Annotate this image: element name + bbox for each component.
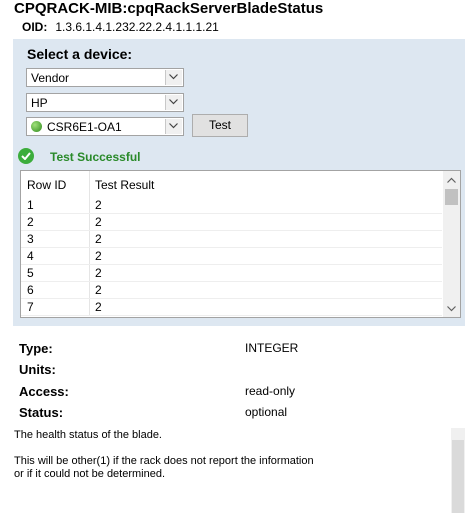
chevron-down-icon[interactable] bbox=[165, 70, 182, 85]
page-title: CPQRACK-MIB:cpqRackServerBladeStatus bbox=[14, 0, 324, 17]
row-id-cell: 4 bbox=[27, 249, 34, 263]
vendor-select[interactable]: Vendor bbox=[26, 68, 184, 87]
table-row[interactable]: 72 bbox=[21, 299, 442, 316]
results-table[interactable]: Row ID Test Result 12 22 32 42 52 62 72 bbox=[20, 170, 461, 318]
table-row[interactable]: 22 bbox=[21, 214, 442, 231]
status-label: Status: bbox=[19, 405, 64, 420]
test-result-cell: 2 bbox=[95, 198, 102, 212]
select-device-label: Select a device: bbox=[27, 46, 133, 62]
row-id-cell: 5 bbox=[27, 266, 34, 280]
column-header-test-result[interactable]: Test Result bbox=[95, 178, 154, 192]
column-divider bbox=[89, 265, 90, 281]
units-label: Units: bbox=[19, 362, 56, 377]
brand-select[interactable]: HP bbox=[26, 93, 184, 112]
results-scrollbar[interactable] bbox=[443, 171, 460, 317]
description-line: The health status of the blade. bbox=[14, 429, 162, 441]
scroll-up-icon[interactable] bbox=[443, 171, 460, 188]
test-result-cell: 2 bbox=[95, 232, 102, 246]
column-divider bbox=[89, 299, 90, 315]
row-id-cell: 2 bbox=[27, 215, 34, 229]
oid-line: OID: 1.3.6.1.4.1.232.22.2.4.1.1.1.21 bbox=[22, 20, 219, 34]
chevron-down-icon[interactable] bbox=[165, 119, 182, 134]
type-label: Type: bbox=[19, 341, 53, 356]
table-row[interactable]: 12 bbox=[21, 197, 442, 214]
column-divider bbox=[89, 171, 90, 197]
status-value: optional bbox=[245, 405, 288, 419]
description-line: or if it could not be determined. bbox=[14, 468, 166, 480]
check-circle-icon bbox=[18, 148, 34, 164]
test-result-cell: 2 bbox=[95, 249, 102, 263]
description-line: This will be other(1) if the rack does n… bbox=[14, 455, 314, 467]
scrollbar-thumb[interactable] bbox=[445, 189, 458, 205]
test-button[interactable]: Test bbox=[192, 114, 248, 137]
brand-select-value: HP bbox=[31, 96, 48, 110]
chevron-down-icon[interactable] bbox=[165, 95, 182, 110]
column-divider bbox=[89, 214, 90, 230]
row-id-cell: 1 bbox=[27, 198, 34, 212]
table-row[interactable]: 52 bbox=[21, 265, 442, 282]
table-row[interactable]: 42 bbox=[21, 248, 442, 265]
table-row[interactable]: 32 bbox=[21, 231, 442, 248]
results-table-body: 12 22 32 42 52 62 72 bbox=[21, 197, 442, 316]
device-select[interactable]: CSR6E1-OA1 bbox=[26, 117, 184, 136]
column-divider bbox=[89, 282, 90, 298]
type-value: INTEGER bbox=[245, 341, 299, 355]
oid-label: OID: bbox=[22, 20, 48, 34]
description-scrollbar[interactable] bbox=[451, 428, 465, 513]
results-table-header: Row ID Test Result bbox=[21, 171, 442, 197]
vendor-select-value: Vendor bbox=[31, 71, 70, 85]
device-status-icon bbox=[31, 121, 42, 132]
test-result-cell: 2 bbox=[95, 266, 102, 280]
access-value: read-only bbox=[245, 384, 296, 398]
scrollbar-thumb[interactable] bbox=[452, 440, 464, 513]
row-id-cell: 7 bbox=[27, 300, 34, 314]
test-result-cell: 2 bbox=[95, 300, 102, 314]
scroll-down-icon[interactable] bbox=[443, 300, 460, 317]
table-row[interactable]: 62 bbox=[21, 282, 442, 299]
column-divider bbox=[89, 197, 90, 213]
oid-value: 1.3.6.1.4.1.232.22.2.4.1.1.1.21 bbox=[55, 20, 219, 34]
test-result-cell: 2 bbox=[95, 283, 102, 297]
device-select-value: CSR6E1-OA1 bbox=[47, 120, 122, 134]
row-id-cell: 6 bbox=[27, 283, 34, 297]
access-label: Access: bbox=[19, 384, 69, 399]
column-header-row-id[interactable]: Row ID bbox=[27, 178, 66, 192]
test-result-cell: 2 bbox=[95, 215, 102, 229]
row-id-cell: 3 bbox=[27, 232, 34, 246]
column-divider bbox=[89, 248, 90, 264]
column-divider bbox=[89, 231, 90, 247]
test-status-text: Test Successful bbox=[50, 150, 141, 164]
